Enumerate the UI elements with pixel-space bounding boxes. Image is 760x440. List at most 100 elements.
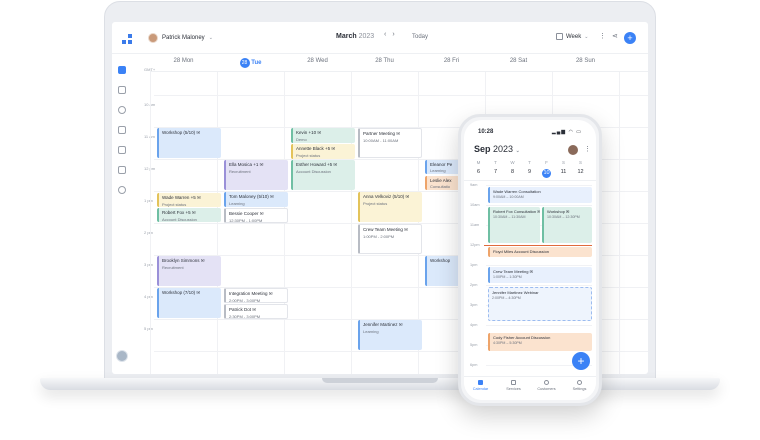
view-selector[interactable]: Week ⌄ [556, 33, 588, 40]
event-card[interactable]: Tom Maloney (5/10) ✉ Learning [224, 192, 288, 207]
event-card[interactable]: Patrick Dot ✉ 2:30PM - 3:00PM [224, 304, 288, 319]
event-card[interactable]: Crew Team Meeting ✉ 1:00PM - 2:00PM [358, 224, 422, 254]
mobile-event-card[interactable]: Wade Warren Consultation 9:00AM – 10:00AM [488, 187, 592, 203]
time-label: 5pm [470, 343, 478, 347]
event-card[interactable]: Jennifer Martinez ✉ Learning [358, 320, 422, 350]
integrations-nav-icon[interactable] [118, 166, 126, 174]
team-nav-icon[interactable] [118, 146, 126, 154]
event-card[interactable]: Brooklyn Simmons ✉ Recruitment [157, 256, 221, 286]
mobile-event-card[interactable]: Crew Team Meeting ✉ 1:00PM – 1:30PM [488, 267, 592, 283]
settings-gear-icon[interactable] [118, 186, 126, 194]
hour-line [486, 325, 592, 326]
event-card[interactable]: Integration Meeting ✉ 2:00PM - 3:00PM [224, 288, 288, 303]
mobile-event-card[interactable]: Robert Fox Consultation ✉ 10:30AM – 11:30… [488, 207, 540, 243]
chevron-down-icon: ⌄ [515, 148, 520, 154]
hour-line [486, 265, 592, 266]
day-header-sat[interactable]: 28 Sat [485, 58, 552, 64]
day-header-sun[interactable]: 28 Sun [552, 58, 619, 64]
day-header-wed[interactable]: 28 Wed [284, 58, 351, 64]
mobile-calendar-app: 10:28 ▂▄▆ ◠ ▭ Sep 2023 ⌄ ⋮ M T W T F S S… [464, 120, 596, 400]
event-card[interactable]: Partner Meeting ✉ 10:00AM - 11:00AM [358, 128, 422, 158]
mobile-device: 10:28 ▂▄▆ ◠ ▭ Sep 2023 ⌄ ⋮ M T W T F S S… [458, 114, 602, 406]
next-week-button[interactable]: › [392, 31, 400, 38]
mobile-user-avatar[interactable] [568, 145, 578, 155]
mobile-month-label: Sep [474, 144, 491, 154]
day-header-thu[interactable]: 28 Thu [351, 58, 418, 64]
customers-nav-icon[interactable] [118, 126, 126, 134]
left-sidebar [112, 54, 132, 374]
day-number[interactable]: 12 [572, 169, 589, 175]
share-icon[interactable]: ⋖ [612, 32, 618, 40]
tab-settings[interactable]: Settings [563, 380, 596, 391]
app-logo-icon[interactable] [122, 34, 132, 44]
more-options-icon[interactable]: ⋮ [599, 32, 606, 40]
weekday-label: M [476, 160, 481, 165]
tab-calendar[interactable]: Calendar [464, 380, 497, 391]
time-nav-icon[interactable] [118, 106, 126, 114]
tab-customers[interactable]: Customers [530, 380, 563, 391]
today-button[interactable]: Today [412, 34, 428, 40]
event-card[interactable]: Esther Howard +5 ✉ Account Discussion [291, 160, 355, 190]
calendar-nav-icon[interactable] [118, 66, 126, 74]
more-options-icon[interactable]: ⋮ [584, 145, 591, 153]
time-label: 1pm [470, 263, 478, 267]
day-number-today[interactable]: 10 [538, 169, 555, 178]
mobile-add-button[interactable]: + [572, 352, 590, 370]
time-label: 6pm [470, 363, 478, 367]
day-number[interactable]: 8 [504, 169, 521, 175]
mobile-event-card[interactable]: Cody Fisher Account Discussion 4:30PM – 5… [488, 333, 592, 351]
weekday-label: T [494, 160, 497, 165]
period-navigation: ‹› [384, 31, 401, 38]
event-card[interactable]: Bessie Cooper ✉ 12:30PM - 1:00PM [224, 208, 288, 223]
time-label: 2 pm [144, 230, 153, 235]
add-event-button[interactable]: + [624, 32, 636, 44]
user-name: Patrick Maloney [162, 35, 205, 41]
mobile-tab-bar: Calendar Services Customers Settings [464, 376, 596, 400]
mobile-day-grid[interactable]: 9am 10am 11am 12pm 1pm 2pm 3pm 4pm 5pm 6… [464, 180, 596, 376]
event-card[interactable]: Workshop (7/10) ✉ [157, 288, 221, 318]
event-card[interactable]: Ella Mosica +1 ✉ Recruitment [224, 160, 288, 190]
time-label: 3pm [470, 303, 478, 307]
status-clock: 10:28 [478, 129, 494, 135]
status-icons: ▂▄▆ ◠ ▭ [551, 129, 582, 135]
day-header-mon[interactable]: 28 Mon [150, 58, 217, 64]
top-bar: Patrick Maloney ⌄ March 2023 ‹› Today Wee… [112, 22, 648, 54]
mobile-event-card[interactable]: Floyd Miles Account Discussion [488, 247, 592, 257]
event-card[interactable]: Annette Black +5 ✉ Project status [291, 144, 355, 159]
weekday-label: F [545, 160, 548, 165]
mobile-event-card[interactable]: Workshop ✉ 10:30AM – 12:30PM [542, 207, 592, 243]
time-label: 9am [470, 183, 478, 187]
chevron-down-icon: ⌄ [208, 35, 213, 41]
event-card[interactable]: Wade Warren +5 ✉ Project status [157, 193, 221, 207]
event-card[interactable]: Robert Fox +5 ✉ Account Discussion [157, 208, 221, 222]
mobile-event-card[interactable]: Jennifer Martinez Webinar 2:00PM – 4:30PM [488, 287, 592, 321]
hour-line [154, 95, 648, 96]
hour-line [486, 185, 592, 186]
tab-services[interactable]: Services [497, 380, 530, 391]
time-label: 2pm [470, 283, 478, 287]
account-avatar[interactable] [116, 350, 128, 362]
mobile-month-selector[interactable]: Sep 2023 ⌄ [474, 144, 520, 154]
hour-line [486, 205, 592, 206]
services-nav-icon[interactable] [118, 86, 126, 94]
event-card[interactable]: Kevin +10 ✉ Demo [291, 128, 355, 143]
time-label: 11am [470, 223, 480, 227]
time-label: 1 pm [144, 198, 153, 203]
weekday-label: W [510, 160, 515, 165]
day-number[interactable]: 11 [555, 169, 572, 175]
day-number[interactable]: 7 [487, 169, 504, 175]
user-selector[interactable]: Patrick Maloney ⌄ [148, 32, 213, 44]
event-card[interactable]: Anna Velkoviz (5/10) ✉ Project status [358, 192, 422, 222]
week-day-headers: 28 Mon 28 Tue 28 Wed 28 Thu 28 Fri 28 Sa… [150, 54, 648, 72]
day-number[interactable]: 9 [521, 169, 538, 175]
day-number[interactable]: 6 [470, 169, 487, 175]
event-card[interactable]: Workshop (5/10) ✉ [157, 128, 221, 158]
day-divider [217, 72, 218, 374]
day-divider [351, 72, 352, 374]
day-header-fri[interactable]: 28 Fri [418, 58, 485, 64]
day-header-tue-today[interactable]: 28 Tue [217, 58, 284, 68]
calendar-icon [478, 380, 483, 385]
time-label: 5 pm [144, 326, 153, 331]
chevron-down-icon: ⌄ [584, 33, 589, 40]
services-icon [511, 380, 516, 385]
